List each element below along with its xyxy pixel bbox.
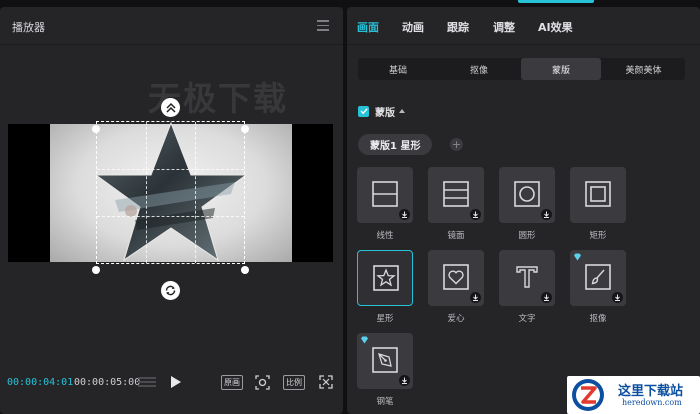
fullscreen-icon[interactable] [319,375,333,389]
panel-tabs: 画面 动画 跟踪 调整 AI效果 [347,7,700,45]
mask-label-pen: 钢笔 [376,397,394,407]
mask-label-linear: 线性 [376,231,394,241]
mask-selection-box[interactable] [96,121,245,264]
current-time: 00:00:04:01 [7,377,74,388]
mask-tile-linear[interactable] [357,167,413,223]
mask-tile-mirror[interactable] [428,167,484,223]
mask-tile-rectangle[interactable] [570,167,626,223]
mask-tile-heart[interactable] [428,250,484,306]
menu-icon[interactable] [317,20,329,31]
tab-picture[interactable]: 画面 [357,19,379,35]
mask-label-heart: 爱心 [447,314,465,324]
mask-label-mirror: 镜面 [447,231,465,241]
mask-label-star: 星形 [376,314,394,324]
mask-tile-brush[interactable] [570,250,626,306]
download-icon[interactable] [541,209,552,220]
resize-handle-bottom-right[interactable] [241,266,249,274]
total-time: 00:00:05:00 [74,377,141,388]
mask-tile-pen[interactable] [357,333,413,389]
mask-enable-checkbox[interactable] [358,105,369,117]
mask-section-title: 蒙版 [375,107,395,119]
circle-mask-icon [514,181,540,207]
text-mask-icon [516,266,538,288]
timeline-bars-icon [138,377,156,390]
crop-icon[interactable] [255,375,270,390]
site-logo-icon [572,379,604,411]
subtab-mask[interactable]: 蒙版 [521,58,601,80]
player-title: 播放器 [12,21,45,34]
mask-label-rectangle: 矩形 [589,231,607,241]
linear-mask-icon [372,181,398,207]
star-mask-icon [373,265,399,291]
subtab-beauty[interactable]: 美颜美体 [602,58,685,80]
premium-gem-icon [361,336,368,344]
check-icon [360,108,368,115]
subtab-basic[interactable]: 基础 [358,58,438,80]
rotate-handle-button[interactable] [161,281,180,300]
mask-label-circle: 圆形 [518,231,536,241]
subtab-cutout[interactable]: 抠像 [438,58,520,80]
collapse-caret-icon[interactable] [399,109,405,113]
rectangle-mask-icon [585,181,611,207]
site-logo: 这里下载站 heredown.com [567,376,700,414]
rotate-icon [165,285,176,296]
mask-tile-circle[interactable] [499,167,555,223]
top-accent-bar [518,0,594,3]
heart-mask-icon [443,264,469,290]
mask-chip[interactable]: 蒙版1 星形 [358,134,433,155]
download-icon[interactable] [470,292,481,303]
download-icon[interactable] [399,375,410,386]
add-mask-button[interactable]: + [450,138,463,151]
download-icon[interactable] [612,292,623,303]
resize-handle-top-left[interactable] [92,125,100,133]
site-logo-cn: 这里下载站 [618,384,684,399]
site-logo-en: heredown.com [622,398,682,407]
mask-tile-star[interactable] [357,250,413,306]
pen-mask-icon [372,347,398,373]
original-quality-button[interactable]: 原画 [221,375,243,390]
mask-section-header[interactable]: 蒙版 [358,103,405,119]
player-header: 播放器 [0,7,343,45]
brush-mask-icon [585,264,611,290]
tab-animation[interactable]: 动画 [402,19,424,35]
download-icon[interactable] [399,209,410,220]
mask-tile-text[interactable] [499,250,555,306]
feather-icon [165,102,176,113]
play-button[interactable] [171,376,181,388]
premium-gem-icon [574,253,581,261]
mirror-mask-icon [443,181,469,207]
tab-adjust[interactable]: 调整 [493,19,515,35]
sub-tabs: 基础 抠像 蒙版 美颜美体 [358,58,685,80]
download-icon[interactable] [541,292,552,303]
mask-label-text: 文字 [518,314,536,324]
tab-tracking[interactable]: 跟踪 [447,19,469,35]
download-icon[interactable] [470,209,481,220]
mask-label-brush: 抠像 [589,314,607,324]
aspect-ratio-button[interactable]: 比例 [283,375,305,390]
tab-ai-effects[interactable]: AI效果 [538,19,573,35]
resize-handle-top-right[interactable] [241,125,249,133]
resize-handle-bottom-left[interactable] [92,266,100,274]
feather-handle-button[interactable] [161,98,180,117]
